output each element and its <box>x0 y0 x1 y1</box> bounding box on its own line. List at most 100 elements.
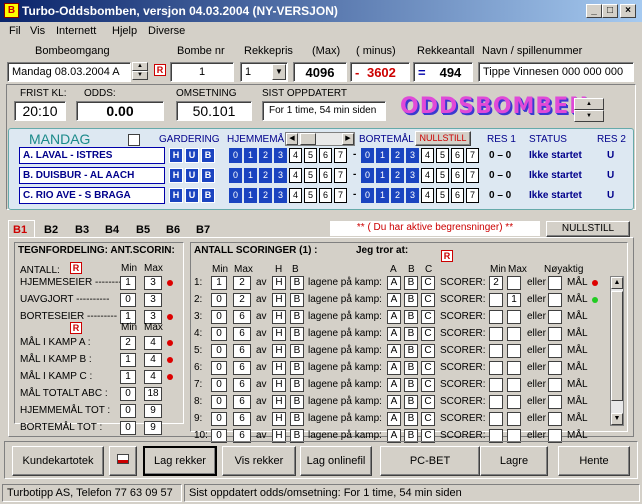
away-goal-0[interactable]: 0 <box>361 148 374 163</box>
scoring-min-input[interactable]: 0 <box>211 361 227 375</box>
home-goal-5[interactable]: 5 <box>304 188 317 203</box>
tegn-min-input[interactable]: 0 <box>120 404 136 418</box>
bombeomgang-spinner[interactable]: ▲ ▼ <box>132 62 148 80</box>
away-goal-5[interactable]: 5 <box>436 168 449 183</box>
tegn-max-input[interactable]: 4 <box>144 336 162 350</box>
away-goal-4[interactable]: 4 <box>421 168 434 183</box>
home-goal-1[interactable]: 1 <box>244 148 257 163</box>
scorer-max-input[interactable] <box>507 344 521 358</box>
away-goal-4[interactable]: 4 <box>421 188 434 203</box>
scoring-min-input[interactable]: 0 <box>211 344 227 358</box>
tab-b6[interactable]: B6 <box>166 224 180 236</box>
home-goal-7[interactable]: 7 <box>334 188 347 203</box>
tab-b2[interactable]: B2 <box>44 224 58 236</box>
home-goal-6[interactable]: 6 <box>319 168 332 183</box>
scoring-b2-button[interactable]: B <box>404 276 418 290</box>
scorer-max-input[interactable] <box>507 276 521 290</box>
tab-b5[interactable]: B5 <box>136 224 150 236</box>
tegn-max-input[interactable]: 3 <box>144 276 162 290</box>
lagre-button[interactable]: Lagre <box>480 446 548 476</box>
scorer-max-input[interactable]: 1 <box>507 293 521 307</box>
scoring-h-button[interactable]: H <box>272 412 286 426</box>
home-goal-4[interactable]: 4 <box>289 148 302 163</box>
home-goal-3[interactable]: 3 <box>274 148 287 163</box>
home-goal-7[interactable]: 7 <box>334 148 347 163</box>
scoring-b-button[interactable]: B <box>290 310 304 324</box>
chevron-down-icon[interactable]: ▼ <box>272 64 286 80</box>
home-goal-2[interactable]: 2 <box>259 168 272 183</box>
tab-b3[interactable]: B3 <box>75 224 89 236</box>
home-goal-0[interactable]: 0 <box>229 148 242 163</box>
away-goal-6[interactable]: 6 <box>451 188 464 203</box>
home-goal-1[interactable]: 1 <box>244 168 257 183</box>
scorer-min-input[interactable] <box>489 310 503 324</box>
scorer-max-input[interactable] <box>507 412 521 426</box>
nullstill-button[interactable]: NULLSTILL <box>546 221 630 237</box>
scoring-c-button[interactable]: C <box>421 378 435 392</box>
away-goal-2[interactable]: 2 <box>391 168 404 183</box>
scoring-b-button[interactable]: B <box>290 361 304 375</box>
away-goal-3[interactable]: 3 <box>406 148 419 163</box>
scoring-c-button[interactable]: C <box>421 344 435 358</box>
scoring-a-button[interactable]: A <box>387 293 401 307</box>
vis-rekker-button[interactable]: Vis rekker <box>222 446 296 476</box>
gardering-h-button[interactable]: H <box>169 148 183 163</box>
scoring-a-button[interactable]: A <box>387 395 401 409</box>
away-goal-7[interactable]: 7 <box>466 168 479 183</box>
home-goal-2[interactable]: 2 <box>259 148 272 163</box>
scoring-a-button[interactable]: A <box>387 361 401 375</box>
tegn-max-input[interactable]: 9 <box>144 421 162 435</box>
scorer-min-input[interactable]: 2 <box>489 276 503 290</box>
nullstill-small-button[interactable]: NULLSTILL <box>415 131 471 146</box>
printer-icon-button[interactable] <box>109 446 137 476</box>
minimize-button[interactable]: _ <box>586 4 602 18</box>
scoring-min-input[interactable]: 0 <box>211 327 227 341</box>
scorer-min-input[interactable] <box>489 395 503 409</box>
away-goal-0[interactable]: 0 <box>361 168 374 183</box>
scoring-b-button[interactable]: B <box>290 344 304 358</box>
home-goal-1[interactable]: 1 <box>244 188 257 203</box>
maximize-button[interactable]: □ <box>602 4 618 18</box>
away-goal-2[interactable]: 2 <box>391 148 404 163</box>
pcbet-button[interactable]: PC-BET <box>380 446 480 476</box>
scoring-h-button[interactable]: H <box>272 310 286 324</box>
scoring-b-button[interactable]: B <box>290 276 304 290</box>
scorer-min-input[interactable] <box>489 361 503 375</box>
scoring-b2-button[interactable]: B <box>404 344 418 358</box>
scoring-max-input[interactable]: 6 <box>233 412 251 426</box>
scoring-c-button[interactable]: C <box>421 327 435 341</box>
scoring-c-button[interactable]: C <box>421 310 435 324</box>
home-goal-0[interactable]: 0 <box>229 168 242 183</box>
logo-spinner[interactable]: ▲ ▼ <box>574 98 604 122</box>
scoring-max-input[interactable]: 2 <box>233 293 251 307</box>
noyaktig-input[interactable] <box>548 293 562 307</box>
away-goal-1[interactable]: 1 <box>376 148 389 163</box>
gardering-u-button[interactable]: U <box>185 188 199 203</box>
home-goal-5[interactable]: 5 <box>304 168 317 183</box>
away-goal-1[interactable]: 1 <box>376 168 389 183</box>
tegn-min-input[interactable]: 2 <box>120 336 136 350</box>
scoring-h-button[interactable]: H <box>272 344 286 358</box>
scoring-b-button[interactable]: B <box>290 395 304 409</box>
scoring-a-button[interactable]: A <box>387 378 401 392</box>
noyaktig-input[interactable] <box>548 378 562 392</box>
scoring-h-button[interactable]: H <box>272 361 286 375</box>
restriction-r-icon[interactable]: R <box>70 262 82 274</box>
tegn-max-input[interactable]: 4 <box>144 353 162 367</box>
scoring-max-input[interactable]: 6 <box>233 344 251 358</box>
noyaktig-input[interactable] <box>548 361 562 375</box>
scoring-b2-button[interactable]: B <box>404 361 418 375</box>
tegn-max-input[interactable]: 4 <box>144 370 162 384</box>
scoring-h-button[interactable]: H <box>272 395 286 409</box>
scoring-max-input[interactable]: 6 <box>233 310 251 324</box>
scorer-min-input[interactable] <box>489 344 503 358</box>
scroll-right-icon[interactable]: ▶ <box>342 133 354 145</box>
scoring-c-button[interactable]: C <box>421 276 435 290</box>
gardering-u-button[interactable]: U <box>185 148 199 163</box>
away-goal-3[interactable]: 3 <box>406 168 419 183</box>
tab-b7[interactable]: B7 <box>196 224 210 236</box>
tegn-max-input[interactable]: 9 <box>144 404 162 418</box>
scoring-c-button[interactable]: C <box>421 395 435 409</box>
scoring-b2-button[interactable]: B <box>404 293 418 307</box>
scoring-a-button[interactable]: A <box>387 310 401 324</box>
